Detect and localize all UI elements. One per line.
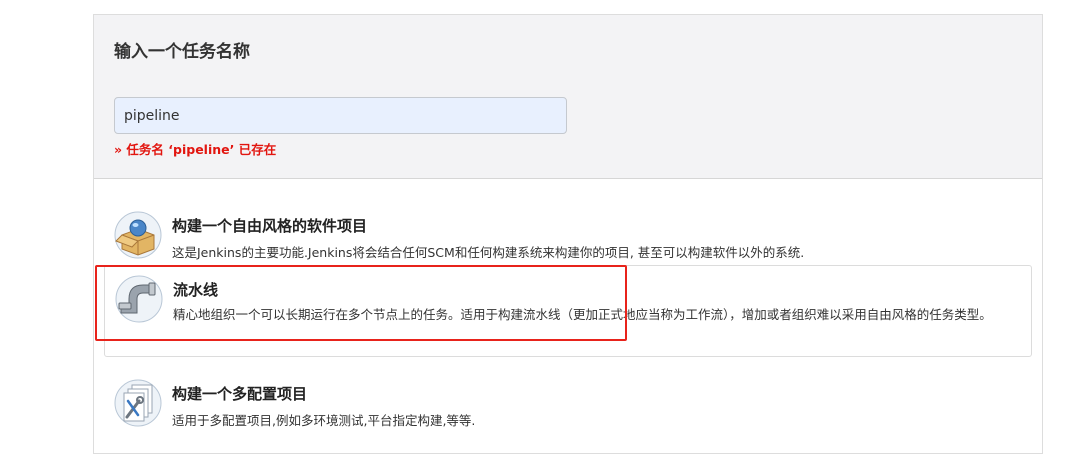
- item-type-multi-config[interactable]: 构建一个多配置项目 适用于多配置项目,例如多环境测试,平台指定构建,等等.: [104, 359, 1032, 451]
- new-item-panel: 输入一个任务名称 » 任务名 ‘pipeline’ 已存在 构建一个自由风格的软…: [93, 14, 1043, 454]
- item-label: 流水线: [173, 281, 219, 299]
- item-label: 构建一个自由风格的软件项目: [172, 217, 368, 235]
- item-description: 适用于多配置项目,例如多环境测试,平台指定构建,等等.: [172, 413, 476, 428]
- name-exists-error: » 任务名 ‘pipeline’ 已存在: [114, 142, 277, 157]
- item-type-pipeline[interactable]: 流水线 精心地组织一个可以长期运行在多个节点上的任务。适用于构建流水线（更加正式…: [104, 265, 1032, 357]
- multi-config-icon: [114, 379, 162, 427]
- freestyle-box-icon: [114, 211, 162, 259]
- pipeline-icon: [115, 275, 163, 323]
- item-description: 这是Jenkins的主要功能.Jenkins将会结合任何SCM和任何构建系统来构…: [172, 245, 805, 260]
- item-label: 构建一个多配置项目: [172, 385, 308, 403]
- item-description: 精心地组织一个可以长期运行在多个节点上的任务。适用于构建流水线（更加正式地应当称…: [173, 307, 992, 322]
- item-name-input[interactable]: [114, 97, 567, 134]
- page-title: 输入一个任务名称: [114, 42, 250, 62]
- item-name-section: 输入一个任务名称 » 任务名 ‘pipeline’ 已存在: [94, 15, 1042, 179]
